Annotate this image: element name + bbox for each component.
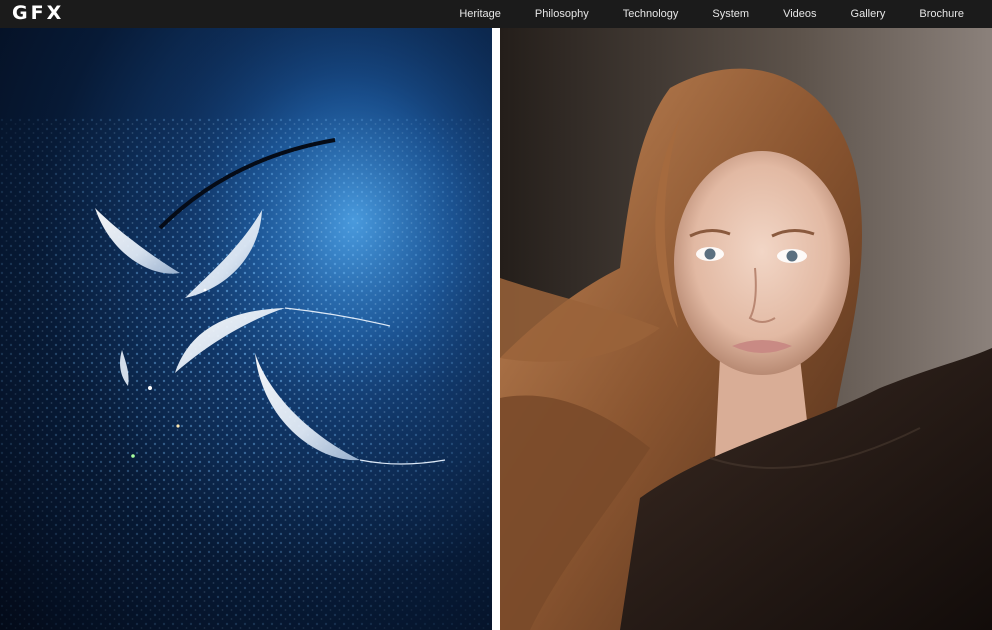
nav-item-system[interactable]: System [695, 0, 766, 28]
nav-item-philosophy[interactable]: Philosophy [518, 0, 606, 28]
nav-item-technology[interactable]: Technology [606, 0, 696, 28]
nav-item-gallery[interactable]: Gallery [834, 0, 903, 28]
gfx-logo[interactable]: GFX [12, 2, 92, 24]
page: GFX Heritage Philosophy Technology Syste… [0, 0, 992, 630]
nav-item-heritage[interactable]: Heritage [442, 0, 518, 28]
feathers-on-water-droplets-icon [0, 28, 492, 630]
portrait-woman-icon [500, 28, 992, 630]
gallery-image-feathers[interactable] [0, 28, 492, 630]
nav-item-videos[interactable]: Videos [766, 0, 833, 28]
logo-text: GFX [12, 2, 65, 24]
main-nav: Heritage Philosophy Technology System Vi… [442, 0, 964, 28]
nav-item-brochure[interactable]: Brochure [902, 0, 964, 28]
gallery-divider [492, 28, 500, 630]
gallery-image-portrait[interactable] [500, 28, 992, 630]
top-navigation-bar: GFX Heritage Philosophy Technology Syste… [0, 0, 992, 28]
